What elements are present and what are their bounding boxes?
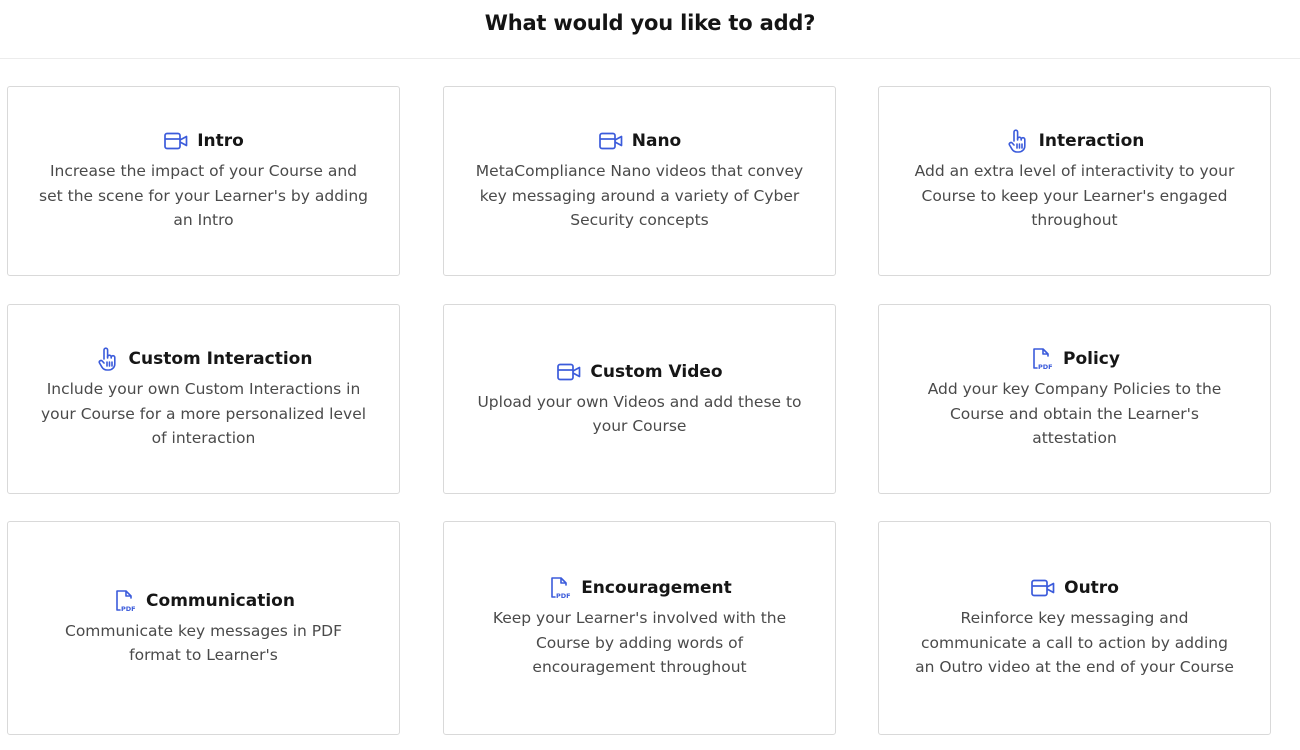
card-title: Encouragement [581,578,732,599]
card-header: Nano [598,129,681,153]
pdf-file-icon: PDF [547,576,573,600]
pointer-hand-icon [1005,129,1031,154]
card-description: Keep your Learner's involved with the Co… [492,609,787,677]
svg-text:PDF: PDF [121,605,136,613]
option-card-interaction[interactable]: Interaction Add an extra level of intera… [878,86,1271,276]
card-title: Outro [1064,578,1119,599]
pdf-file-icon: PDF [1029,347,1055,371]
card-header: Custom Video [556,360,723,384]
card-description: Add your key Company Policies to the Cou… [927,380,1222,448]
video-camera-icon [163,129,189,153]
card-title: Intro [197,131,244,152]
video-camera-icon [556,360,582,384]
option-card-policy[interactable]: PDF Policy Add your key Company Policies… [878,304,1271,494]
card-header: Intro [163,129,244,153]
option-card-outro[interactable]: Outro Reinforce key messaging and commun… [878,521,1271,735]
card-title: Policy [1063,349,1120,370]
option-card-intro[interactable]: Intro Increase the impact of your Course… [7,86,400,276]
card-description: Add an extra level of interactivity to y… [914,162,1235,230]
option-card-nano[interactable]: Nano MetaCompliance Nano videos that con… [443,86,836,276]
card-title: Interaction [1038,131,1145,152]
pdf-file-icon: PDF [112,589,138,613]
page-title: What would you like to add? [484,11,816,35]
option-card-custom-interaction[interactable]: Custom Interaction Include your own Cust… [7,304,400,494]
card-description: Include your own Custom Interactions in … [40,380,367,448]
card-description: Communicate key messages in PDF format t… [65,621,342,665]
card-description: Upload your own Videos and add these to … [477,392,802,436]
card-header: Interaction [1005,129,1145,154]
card-description: Increase the impact of your Course and s… [39,162,368,230]
page-header: What would you like to add? [0,0,1300,59]
card-title: Communication [146,590,295,611]
card-header: Outro [1030,576,1119,600]
video-camera-icon [1030,576,1056,600]
option-card-encouragement[interactable]: PDF Encouragement Keep your Learner's in… [443,521,836,735]
card-header: PDF Communication [112,589,295,613]
video-camera-icon [598,129,624,153]
card-description: MetaCompliance Nano videos that convey k… [475,162,804,230]
card-header: PDF Policy [1029,347,1120,371]
card-title: Custom Interaction [128,349,313,370]
card-description: Reinforce key messaging and communicate … [915,609,1234,677]
svg-text:PDF: PDF [556,592,571,600]
pointer-hand-icon [95,347,121,372]
option-card-communication[interactable]: PDF Communication Communicate key messag… [7,521,400,735]
card-header: PDF Encouragement [547,576,732,600]
card-title: Nano [631,131,682,152]
option-card-custom-video[interactable]: Custom Video Upload your own Videos and … [443,304,836,494]
card-header: Custom Interaction [95,347,313,372]
svg-text:PDF: PDF [1038,363,1053,371]
card-title: Custom Video [590,361,723,382]
